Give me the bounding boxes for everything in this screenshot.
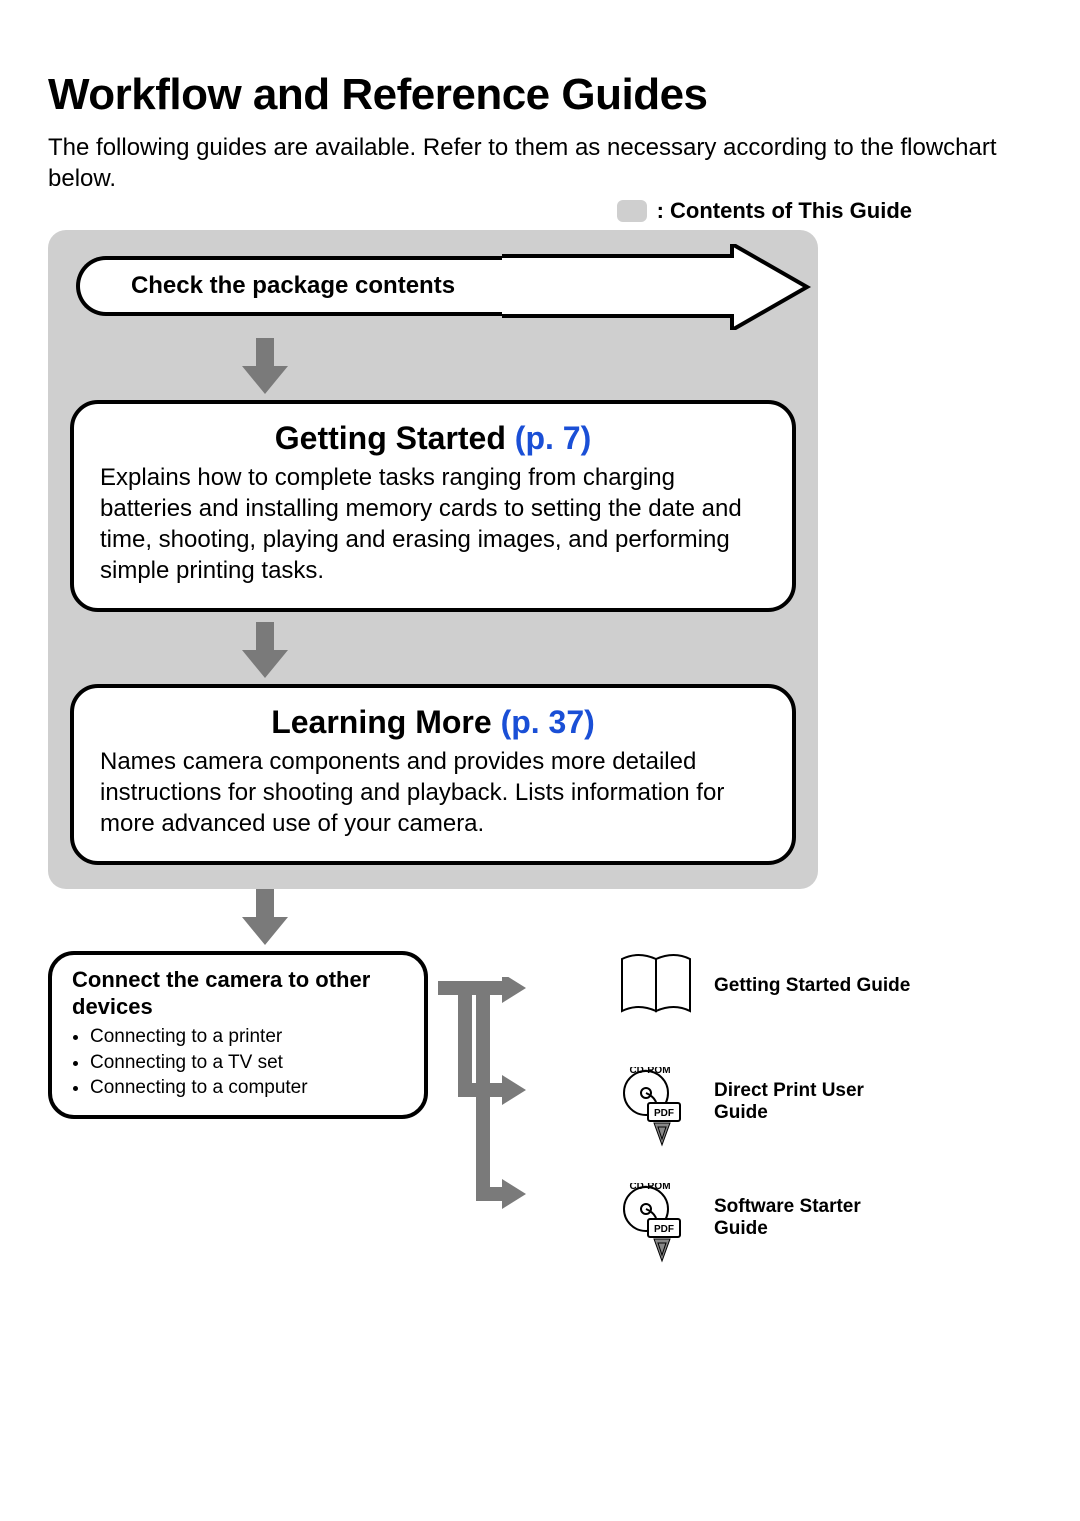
list-item: Connecting to a printer [90, 1024, 404, 1050]
down-arrow-icon [242, 889, 288, 945]
check-package-row: Check the package contents [70, 250, 796, 330]
legend: : Contents of This Guide [48, 198, 1032, 224]
getting-started-heading: Getting Started (p. 7) [100, 420, 766, 457]
learning-more-body: Names camera components and provides mor… [100, 747, 766, 839]
legend-label: : Contents of This Guide [657, 198, 912, 224]
connect-list: Connecting to a printer Connecting to a … [72, 1024, 404, 1101]
svg-text:PDF: PDF [654, 1224, 674, 1235]
connect-title: Connect the camera to other devices [72, 967, 404, 1020]
guide-item: Getting Started Guide [616, 951, 914, 1021]
guide-item: PDF CD-ROM Software Starter Guide [616, 1183, 914, 1253]
down-arrow-icon [242, 338, 288, 394]
getting-started-title: Getting Started [275, 420, 506, 456]
getting-started-box: Getting Started (p. 7) Explains how to c… [70, 400, 796, 612]
svg-text:CD-ROM: CD-ROM [629, 1067, 670, 1076]
cdrom-pdf-icon: PDF CD-ROM [616, 1067, 696, 1137]
check-package-label: Check the package contents [131, 272, 455, 300]
list-item: Connecting to a TV set [90, 1050, 404, 1076]
guide-item: PDF CD-ROM Direct Print User Guide [616, 1067, 914, 1137]
right-arrow-icon [502, 244, 812, 330]
legend-swatch [617, 200, 647, 222]
list-item: Connecting to a computer [90, 1075, 404, 1101]
getting-started-body: Explains how to complete tasks ranging f… [100, 463, 766, 586]
check-package-box: Check the package contents [76, 256, 506, 316]
connect-box: Connect the camera to other devices Conn… [48, 951, 428, 1119]
learning-more-page-ref[interactable]: (p. 37) [501, 704, 595, 740]
learning-more-title: Learning More [271, 704, 491, 740]
down-arrow-icon [242, 622, 288, 678]
guide-label: Getting Started Guide [714, 975, 914, 998]
svg-text:PDF: PDF [654, 1108, 674, 1119]
getting-started-page-ref[interactable]: (p. 7) [515, 420, 591, 456]
svg-text:CD-ROM: CD-ROM [629, 1183, 670, 1192]
flowchart-panel: Check the package contents Getting Start… [48, 230, 818, 889]
learning-more-heading: Learning More (p. 37) [100, 704, 766, 741]
book-icon [616, 951, 696, 1021]
learning-more-box: Learning More (p. 37) Names camera compo… [70, 684, 796, 865]
intro-text: The following guides are available. Refe… [48, 132, 1032, 194]
page-title: Workflow and Reference Guides [48, 70, 1032, 120]
guide-label: Direct Print User Guide [714, 1080, 914, 1126]
cdrom-pdf-icon: PDF CD-ROM [616, 1183, 696, 1253]
guide-label: Software Starter Guide [714, 1196, 914, 1242]
